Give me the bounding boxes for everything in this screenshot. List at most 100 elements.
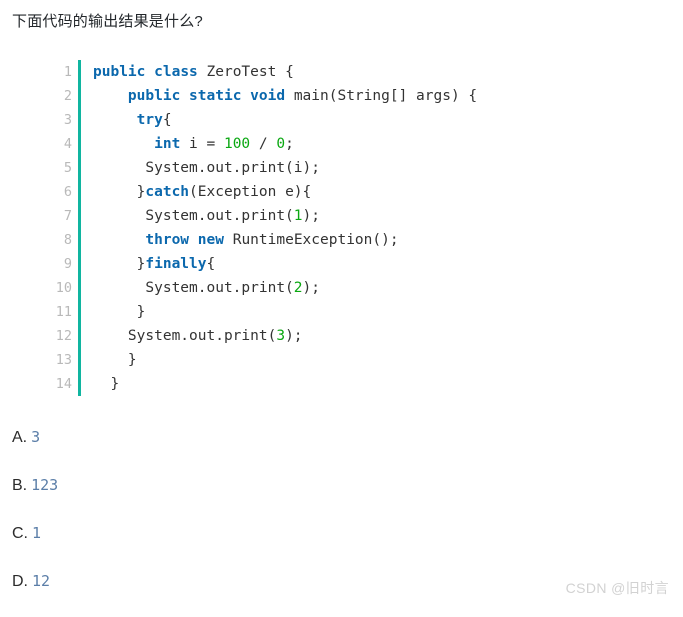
line-number: 14 (55, 376, 72, 392)
code-token-num: 3 (276, 328, 286, 344)
code-line-text: } (81, 372, 119, 396)
code-token-num: 1 (293, 208, 303, 224)
code-line-row: 11 } (0, 300, 683, 324)
code-line-row: 8 throw new RuntimeException(); (0, 228, 683, 252)
code-token-kw: class (154, 64, 198, 80)
code-token-kw: try (136, 112, 163, 128)
option-letter: A. (12, 429, 28, 446)
line-number: 11 (55, 304, 72, 320)
code-line-text: throw new RuntimeException(); (81, 228, 399, 252)
option-value: 123 (31, 476, 59, 494)
line-number: 2 (63, 88, 72, 104)
code-token-pln: { (206, 256, 216, 272)
line-number: 3 (63, 112, 72, 128)
code-token-pln: } (93, 304, 146, 320)
code-token-pln: System.out.print(i); (93, 160, 320, 176)
code-token-num: 0 (276, 136, 286, 152)
code-line-text: System.out.print(3); (81, 324, 303, 348)
code-line-row: 7 System.out.print(1); (0, 204, 683, 228)
code-token-kw: finally (145, 256, 207, 272)
line-number: 10 (55, 280, 72, 296)
code-block: 1 public class ZeroTest {2 public static … (0, 60, 683, 396)
code-line-text: int i = 100 / 0; (81, 132, 294, 156)
code-line-row: 5 System.out.print(i); (0, 156, 683, 180)
code-token-kw: new (197, 232, 224, 248)
code-token-kw: void (250, 88, 286, 104)
code-token-pln: ); (302, 208, 320, 224)
page-title: 下面代码的输出结果是什么? (12, 13, 203, 30)
answer-option[interactable]: D. 12 (12, 569, 412, 617)
code-token-kw: catch (145, 184, 190, 200)
code-token-pln (93, 232, 145, 248)
code-token-pln (145, 64, 154, 80)
code-token-kw: public (127, 88, 181, 104)
line-number: 5 (63, 160, 72, 176)
code-token-pln: i = (180, 136, 224, 152)
answer-option[interactable]: A. 3 (12, 425, 412, 473)
option-value: 1 (32, 524, 42, 542)
code-line-text: try{ (81, 108, 172, 132)
code-line-text: public static void main(String[] args) { (81, 84, 477, 108)
answer-option[interactable]: C. 1 (12, 521, 412, 569)
code-token-pln (93, 88, 128, 104)
code-line-text: System.out.print(i); (81, 156, 320, 180)
code-line-text: System.out.print(1); (81, 204, 320, 228)
code-line-text: }finally{ (81, 252, 216, 276)
line-number: 1 (63, 64, 72, 80)
option-value: 3 (31, 428, 41, 446)
code-token-pln: System.out.print( (93, 328, 277, 344)
code-token-kw: public (93, 64, 146, 80)
code-token-pln (180, 88, 189, 104)
code-token-pln: ); (302, 280, 320, 296)
code-line-row: 13 } (0, 348, 683, 372)
code-token-pln (241, 88, 250, 104)
code-line-row: 10 System.out.print(2); (0, 276, 683, 300)
code-line-row: 3 try{ (0, 108, 683, 132)
code-line-row: 4 int i = 100 / 0; (0, 132, 683, 156)
code-lines-container: 1 public class ZeroTest {2 public static … (0, 60, 683, 396)
code-line-row: 6 }catch(Exception e){ (0, 180, 683, 204)
line-number: 4 (63, 136, 72, 152)
code-token-pln: (Exception e){ (189, 184, 312, 200)
code-line-row: 14 } (0, 372, 683, 396)
answer-options-list: A. 3 B. 123 C. 1 D. 12 (12, 425, 412, 617)
option-value: 12 (32, 572, 51, 590)
code-token-pln (93, 136, 154, 152)
code-line-text: }catch(Exception e){ (81, 180, 312, 204)
code-token-kw: throw (145, 232, 190, 248)
line-number: 6 (63, 184, 72, 200)
csdn-watermark: CSDN @旧时言 (565, 580, 669, 596)
line-number: 7 (63, 208, 72, 224)
code-line-row: 12 System.out.print(3); (0, 324, 683, 348)
code-token-pln: RuntimeException(); (223, 232, 399, 248)
code-line-text: System.out.print(2); (81, 276, 320, 300)
code-token-pln: ; (285, 136, 294, 152)
code-token-pln: } (93, 352, 137, 368)
code-line-row: 2 public static void main(String[] args)… (0, 84, 683, 108)
code-token-pln: { (162, 112, 172, 128)
code-line-text: } (81, 300, 146, 324)
line-number: 13 (55, 352, 72, 368)
code-token-num: 100 (223, 136, 251, 152)
code-token-pln: } (93, 256, 146, 272)
code-token-pln: } (93, 184, 146, 200)
line-number: 12 (55, 328, 72, 344)
line-number: 8 (63, 232, 72, 248)
option-letter: D. (12, 573, 28, 590)
line-number: 9 (63, 256, 72, 272)
code-token-pln: main(String[] args) { (285, 88, 478, 104)
option-letter: B. (12, 477, 28, 494)
code-token-pln: System.out.print( (93, 208, 294, 224)
code-token-pln: / (250, 136, 277, 152)
answer-option[interactable]: B. 123 (12, 473, 412, 521)
code-token-num: 2 (293, 280, 303, 296)
code-token-pln: } (93, 376, 120, 392)
code-line-row: 1 public class ZeroTest { (0, 60, 683, 84)
option-letter: C. (12, 525, 28, 542)
code-token-pln (189, 232, 198, 248)
code-line-row: 9 }finally{ (0, 252, 683, 276)
code-token-kw: static (189, 88, 242, 104)
code-line-text: public class ZeroTest { (81, 60, 294, 84)
code-token-pln: ZeroTest { (197, 64, 294, 80)
code-token-pln (93, 112, 137, 128)
